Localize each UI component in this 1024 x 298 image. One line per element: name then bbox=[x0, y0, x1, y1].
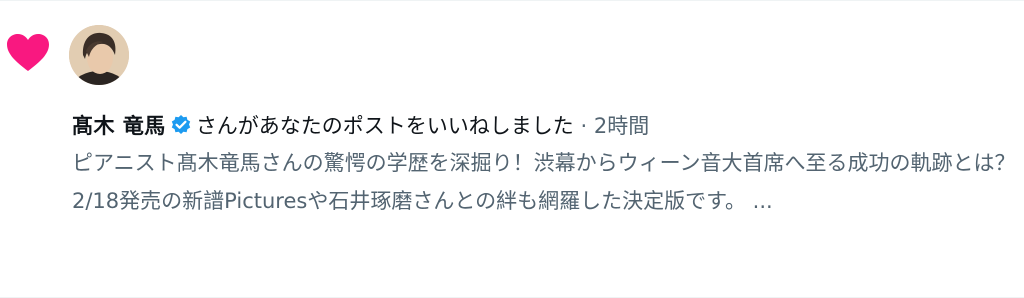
timestamp[interactable]: 2時間 bbox=[594, 114, 649, 138]
notification-headline: 髙木 竜馬 さんがあなたのポストをいいねしました · 2時間 bbox=[72, 109, 1012, 143]
verified-badge-icon bbox=[171, 115, 191, 134]
avatar-image bbox=[69, 25, 129, 85]
avatar[interactable] bbox=[69, 25, 129, 85]
like-notification[interactable]: 髙木 竜馬 さんがあなたのポストをいいねしました · 2時間 ピアニスト髙木竜馬… bbox=[0, 1, 1024, 297]
post-preview-text: ピアニスト髙木竜馬さんの驚愕の学歴を深掘り！渋幕からウィーン音大首席へ至る成功の… bbox=[72, 151, 1016, 213]
separator: · bbox=[573, 114, 594, 138]
user-name[interactable]: 髙木 竜馬 bbox=[72, 114, 166, 138]
action-text: さんがあなたのポストをいいねしました bbox=[195, 114, 574, 138]
heart-icon bbox=[7, 34, 49, 71]
